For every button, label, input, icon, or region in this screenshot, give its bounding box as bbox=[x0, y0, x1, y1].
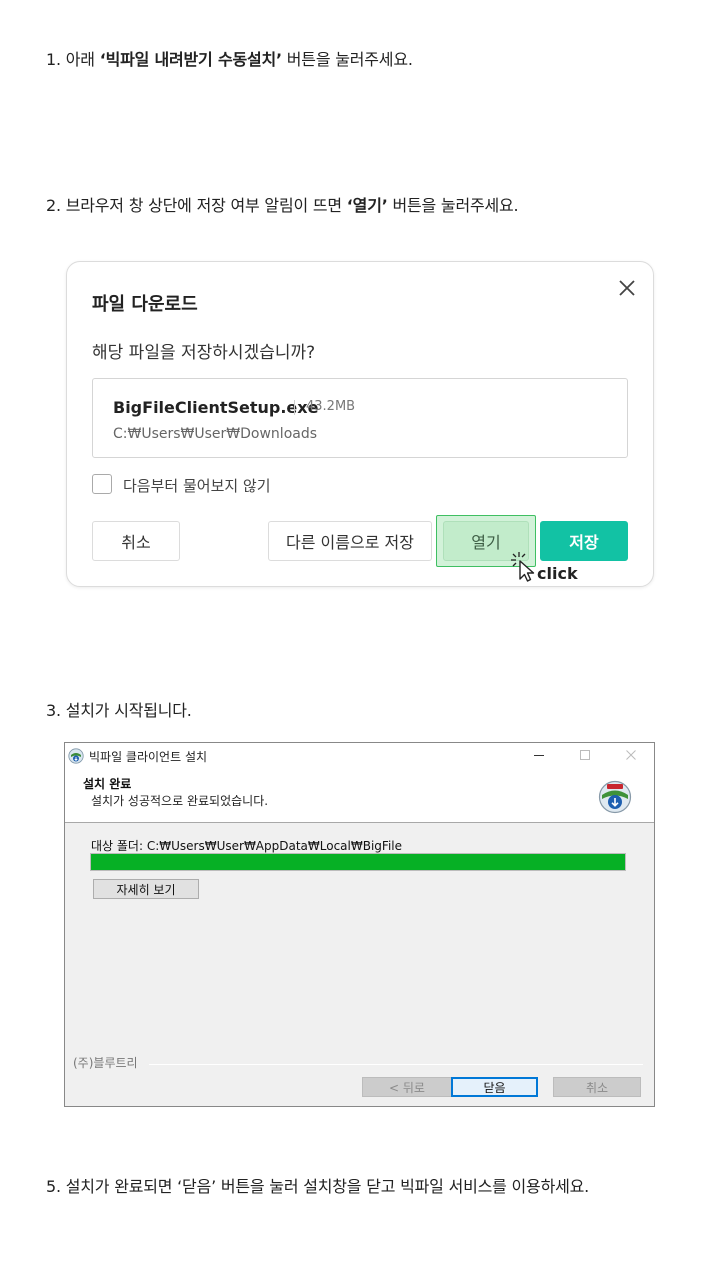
file-download-dialog: 파일 다운로드 해당 파일을 저장하시겠습니까? BigFileClientSe… bbox=[66, 261, 654, 587]
save-as-button[interactable]: 다른 이름으로 저장 bbox=[268, 521, 432, 561]
cancel-button[interactable]: 취소 bbox=[92, 521, 180, 561]
installer-header-subtitle: 설치가 성공적으로 완료되었습니다. bbox=[91, 794, 269, 808]
minimize-icon[interactable] bbox=[527, 747, 551, 763]
show-details-button[interactable]: 자세히 보기 bbox=[93, 879, 199, 899]
click-label: click bbox=[537, 564, 578, 583]
maximize-icon[interactable] bbox=[573, 747, 597, 763]
installer-cancel-button[interactable]: 취소 bbox=[553, 1077, 641, 1097]
step-2-instruction: 2. 브라우저 창 상단에 저장 여부 알림이 뜨면 ‘열기’ 버튼을 눌러주세… bbox=[46, 192, 519, 216]
close-icon[interactable] bbox=[619, 747, 643, 763]
save-button[interactable]: 저장 bbox=[540, 521, 628, 561]
bigfile-logo-icon bbox=[598, 780, 632, 814]
finish-close-button[interactable]: 닫음 bbox=[451, 1077, 538, 1097]
file-info-box: BigFileClientSetup.exe 43.2MB C:₩Users₩U… bbox=[92, 378, 628, 458]
step-1-suffix: 버튼을 눌러주세요. bbox=[281, 50, 413, 69]
installer-window-title: 빅파일 클라이언트 설치 bbox=[89, 750, 208, 764]
step-2-prefix: 2. 브라우저 창 상단에 저장 여부 알림이 뜨면 bbox=[46, 196, 347, 215]
step-3-instruction: 3. 설치가 시작됩니다. bbox=[46, 701, 192, 720]
file-path: C:₩Users₩User₩Downloads bbox=[113, 426, 318, 442]
dialog-question: 해당 파일을 저장하시겠습니까? bbox=[92, 343, 316, 363]
company-name: (주)블루트리 bbox=[73, 1054, 142, 1071]
installer-header: 설치 완료 설치가 성공적으로 완료되었습니다. bbox=[65, 768, 654, 823]
installer-header-title: 설치 완료 bbox=[83, 777, 132, 791]
install-progress-bar bbox=[90, 853, 626, 871]
dont-ask-checkbox[interactable] bbox=[92, 474, 112, 494]
installer-window: 빅파일 클라이언트 설치 설치 완료 설치가 성공적으로 완료되었습니다. 대상… bbox=[64, 742, 655, 1107]
file-size: 43.2MB bbox=[306, 399, 356, 414]
installer-titlebar: 빅파일 클라이언트 설치 bbox=[65, 743, 654, 768]
step-1-instruction: 1. 아래 ‘빅파일 내려받기 수동설치’ 버튼을 눌러주세요. bbox=[46, 46, 413, 70]
company-divider bbox=[149, 1064, 643, 1065]
file-name: BigFileClientSetup.exe bbox=[113, 398, 319, 417]
close-icon[interactable] bbox=[615, 276, 639, 300]
step-1-prefix: 1. 아래 bbox=[46, 50, 100, 69]
target-folder-label: 대상 폴더: C:₩Users₩User₩AppData₩Local₩BigFi… bbox=[91, 839, 402, 853]
back-button[interactable]: < 뒤로 bbox=[362, 1077, 452, 1097]
dont-ask-label: 다음부터 물어보지 않기 bbox=[123, 477, 271, 495]
bigfile-logo-icon bbox=[68, 748, 84, 764]
step-1-highlight: ‘빅파일 내려받기 수동설치’ bbox=[99, 50, 282, 69]
install-progress-fill bbox=[91, 854, 625, 870]
step-2-highlight: ‘열기’ bbox=[346, 196, 388, 215]
step-5-instruction: 5. 설치가 완료되면 ‘닫음’ 버튼을 눌러 설치창을 닫고 빅파일 서비스를… bbox=[46, 1177, 590, 1196]
step-2-suffix: 버튼을 눌러주세요. bbox=[387, 196, 519, 215]
dialog-title: 파일 다운로드 bbox=[92, 294, 198, 315]
file-info-divider bbox=[294, 400, 295, 415]
